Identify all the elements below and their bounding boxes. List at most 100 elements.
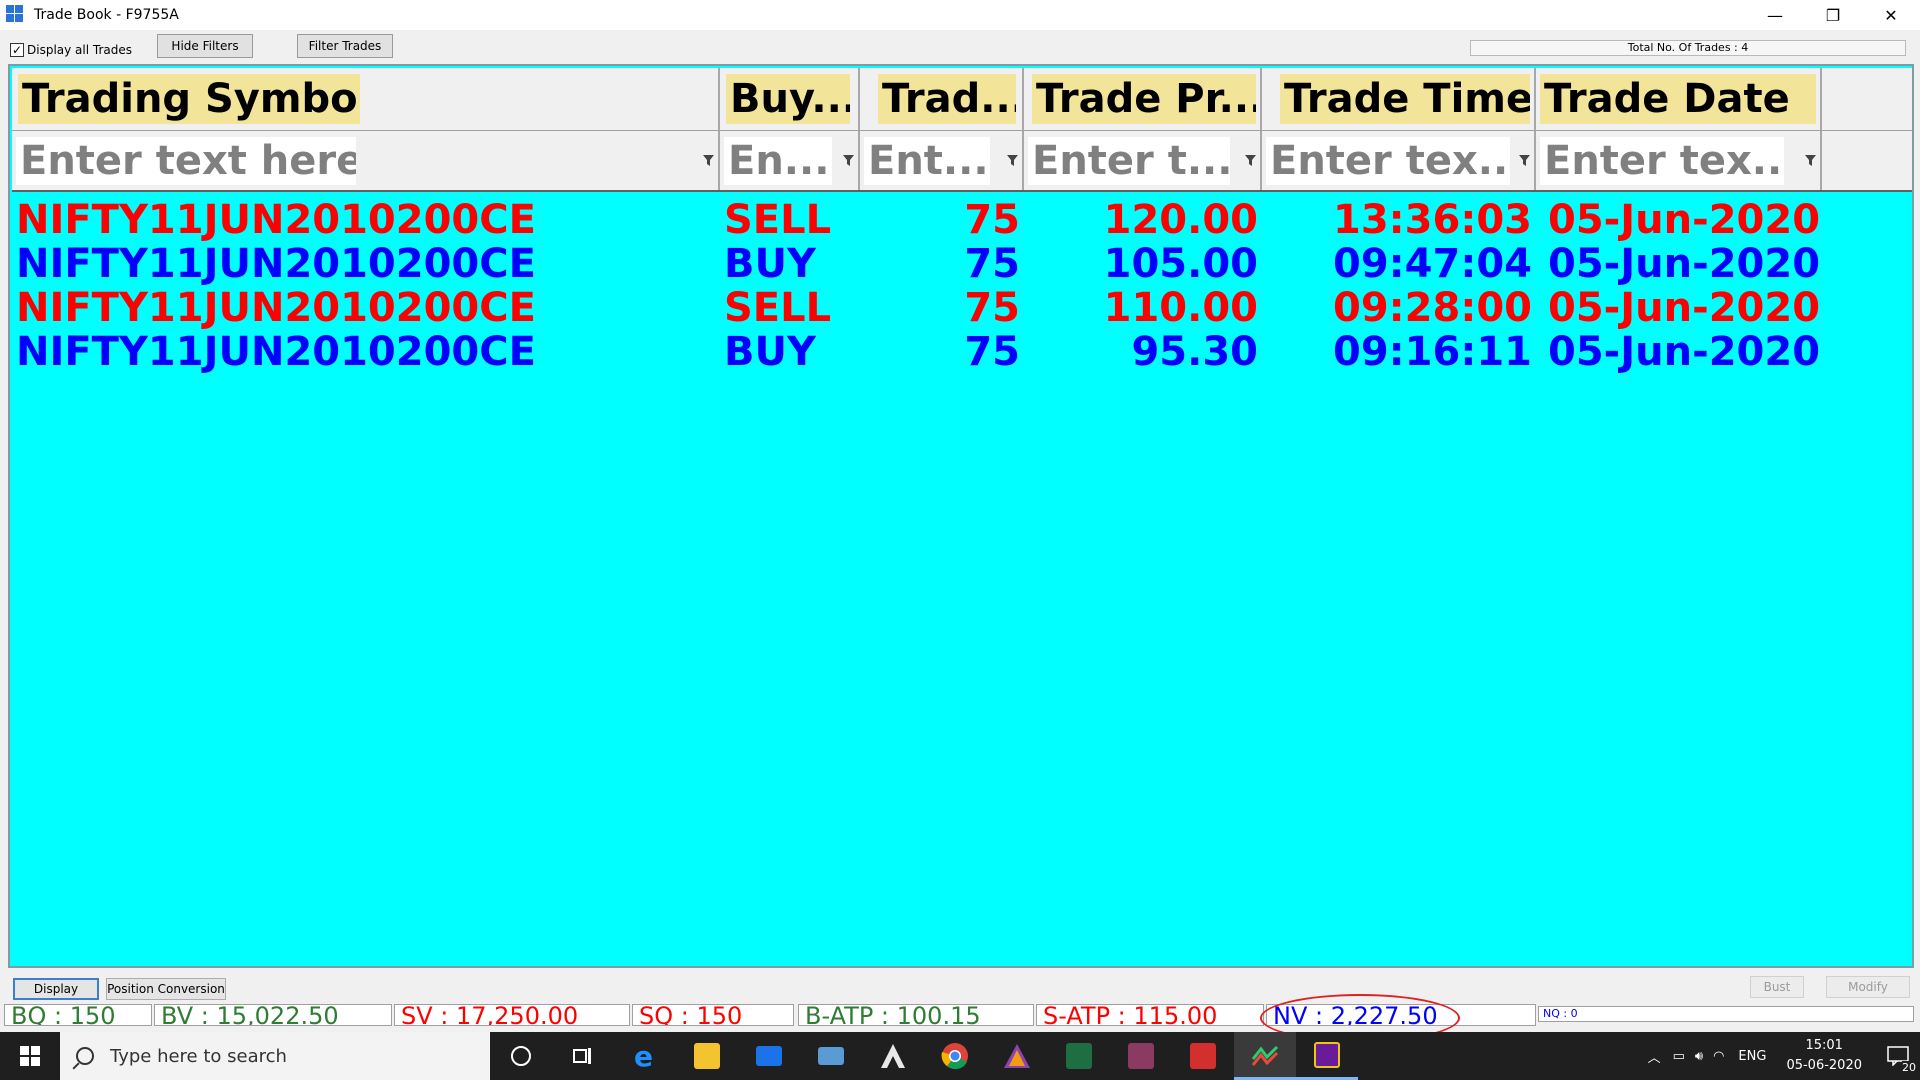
cell-price: 95.30	[1131, 329, 1258, 375]
trading-terminal-icon[interactable]	[1234, 1032, 1296, 1080]
filter-input-trade-price[interactable]: Enter t...	[1028, 137, 1230, 185]
language-indicator[interactable]: ENG	[1738, 1049, 1766, 1064]
cell-qty: 75	[964, 197, 1020, 243]
cell-symbol: NIFTY11JUN2010200CE	[16, 329, 536, 375]
display-all-trades-option[interactable]: ✓ Display all Trades	[10, 43, 132, 57]
trade-rows: NIFTY11JUN2010200CE SELL 75 120.00 13:36…	[12, 198, 1912, 374]
cell-symbol: NIFTY11JUN2010200CE	[16, 241, 536, 287]
display-all-checkbox[interactable]: ✓	[10, 43, 24, 57]
filter-row: Enter text here En... Ent... Enter t... …	[12, 130, 1912, 192]
cell-price: 110.00	[1103, 285, 1258, 331]
laptop-app-icon[interactable]	[800, 1032, 862, 1080]
cortana-icon[interactable]	[490, 1032, 552, 1080]
column-header-trading-symbol[interactable]: Trading Symbol	[12, 68, 720, 130]
sell-qty-value: SQ : 150	[632, 1004, 794, 1026]
search-icon	[76, 1047, 94, 1065]
filter-input-trade-date[interactable]: Enter tex...	[1540, 137, 1784, 185]
filter-cell-trade-price[interactable]: Enter t...	[1024, 131, 1262, 190]
net-qty-value: NQ : 0	[1538, 1006, 1914, 1022]
cell-qty: 75	[964, 329, 1020, 375]
filter-funnel-icon[interactable]	[1245, 155, 1256, 167]
filter-cell-trading-symbol[interactable]: Enter text here	[12, 131, 720, 190]
column-header-trade-time[interactable]: Trade Time	[1262, 68, 1536, 130]
table-row[interactable]: NIFTY11JUN2010200CE SELL 75 110.00 09:28…	[12, 286, 1912, 330]
taskbar-search-box[interactable]: Type here to search	[60, 1032, 490, 1080]
column-header-trade-date[interactable]: Trade Date	[1536, 68, 1822, 130]
restore-icon[interactable]: ❐	[1804, 0, 1862, 30]
header-label: Trad...	[878, 74, 1016, 124]
windows-start-icon[interactable]	[0, 1032, 60, 1080]
filter-cell-buy-sell[interactable]: En...	[720, 131, 860, 190]
battery-icon[interactable]: ▭	[1673, 1049, 1685, 1064]
bottom-button-bar: Display Position Conversion Bust Modify	[0, 972, 1920, 1002]
cell-price: 120.00	[1103, 197, 1258, 243]
clock-date: 05-06-2020	[1786, 1058, 1862, 1073]
filter-cell-trade-qty[interactable]: Ent...	[860, 131, 1024, 190]
sell-value: SV : 17,250.00	[394, 1004, 630, 1026]
chrome-icon[interactable]	[924, 1032, 986, 1080]
task-view-icon[interactable]	[552, 1032, 614, 1080]
filter-input-buy-sell[interactable]: En...	[724, 137, 832, 185]
cell-date: 05-Jun-2020	[1548, 197, 1821, 243]
close-icon[interactable]: ✕	[1862, 0, 1920, 30]
cell-date: 05-Jun-2020	[1548, 329, 1821, 375]
mail-icon[interactable]	[738, 1032, 800, 1080]
sell-atp-value: S-ATP : 115.00	[1036, 1004, 1264, 1026]
header-label: Trade Date	[1540, 74, 1816, 124]
table-row[interactable]: NIFTY11JUN2010200CE BUY 75 95.30 09:16:1…	[12, 330, 1912, 374]
position-conversion-button[interactable]: Position Conversion	[106, 978, 226, 1000]
svg-text:e: e	[634, 1042, 653, 1070]
title-bar: Trade Book - F9755A — ❐ ✕	[0, 0, 1920, 30]
buy-value: BV : 15,022.50	[154, 1004, 392, 1026]
filter-trades-button[interactable]: Filter Trades	[297, 34, 393, 58]
clock[interactable]: 15:01 05-06-2020	[1786, 1036, 1862, 1076]
filter-funnel-icon[interactable]	[843, 155, 854, 167]
search-placeholder: Type here to search	[110, 1045, 287, 1067]
hide-filters-button[interactable]: Hide Filters	[157, 34, 253, 58]
system-tray: ︿ ▭ 🔊︎ ◠ ENG 15:01 05-06-2020 20	[1648, 1032, 1920, 1080]
column-header-trade-qty[interactable]: Trad...	[860, 68, 1024, 130]
file-explorer-icon[interactable]	[676, 1032, 738, 1080]
minimize-icon[interactable]: —	[1746, 0, 1804, 30]
table-row[interactable]: NIFTY11JUN2010200CE BUY 75 105.00 09:47:…	[12, 242, 1912, 286]
filter-funnel-icon[interactable]	[1519, 155, 1530, 167]
filter-input-trade-time[interactable]: Enter tex...	[1266, 137, 1510, 185]
notification-icon[interactable]: 20	[1876, 1032, 1920, 1080]
filter-funnel-icon[interactable]	[1805, 155, 1816, 167]
odin-app-icon[interactable]	[1296, 1032, 1358, 1080]
trade-grid: Trading Symbol Buy... Trad... Trade Pr..…	[8, 64, 1914, 968]
filter-funnel-icon[interactable]	[703, 155, 714, 167]
filter-input-trade-qty[interactable]: Ent...	[864, 137, 990, 185]
display-button[interactable]: Display	[13, 978, 99, 1000]
wifi-icon[interactable]: ◠	[1713, 1049, 1724, 1064]
bust-button[interactable]: Bust	[1750, 976, 1804, 998]
buy-qty-value: BQ : 150	[4, 1004, 152, 1026]
filter-funnel-icon[interactable]	[1007, 155, 1018, 167]
table-row[interactable]: NIFTY11JUN2010200CE SELL 75 120.00 13:36…	[12, 198, 1912, 242]
cell-symbol: NIFTY11JUN2010200CE	[16, 197, 536, 243]
acrobat-icon[interactable]	[1172, 1032, 1234, 1080]
winrar-icon[interactable]	[1110, 1032, 1172, 1080]
cell-date: 05-Jun-2020	[1548, 241, 1821, 287]
prism-app-icon[interactable]	[986, 1032, 1048, 1080]
cell-time: 13:36:03	[1333, 197, 1532, 243]
column-header-trade-price[interactable]: Trade Pr...	[1024, 68, 1262, 130]
volume-icon[interactable]: 🔊︎	[1695, 1049, 1703, 1064]
edge-icon[interactable]: e	[614, 1032, 676, 1080]
trading-arrow-icon[interactable]	[862, 1032, 924, 1080]
filter-input-trading-symbol[interactable]: Enter text here	[16, 137, 356, 185]
cell-date: 05-Jun-2020	[1548, 285, 1821, 331]
excel-icon[interactable]	[1048, 1032, 1110, 1080]
cell-side: BUY	[724, 329, 816, 375]
header-label: Trade Pr...	[1032, 74, 1256, 124]
filter-cell-trade-date[interactable]: Enter tex...	[1536, 131, 1822, 190]
display-all-label: Display all Trades	[27, 43, 132, 57]
header-label: Trading Symbol	[18, 74, 360, 124]
column-header-row: Trading Symbol Buy... Trad... Trade Pr..…	[12, 68, 1912, 130]
cell-time: 09:28:00	[1333, 285, 1532, 331]
filter-cell-trade-time[interactable]: Enter tex...	[1262, 131, 1536, 190]
column-header-buy-sell[interactable]: Buy...	[720, 68, 860, 130]
chevron-up-icon[interactable]: ︿	[1648, 1047, 1661, 1066]
modify-button[interactable]: Modify	[1826, 976, 1910, 998]
cell-side: BUY	[724, 241, 816, 287]
